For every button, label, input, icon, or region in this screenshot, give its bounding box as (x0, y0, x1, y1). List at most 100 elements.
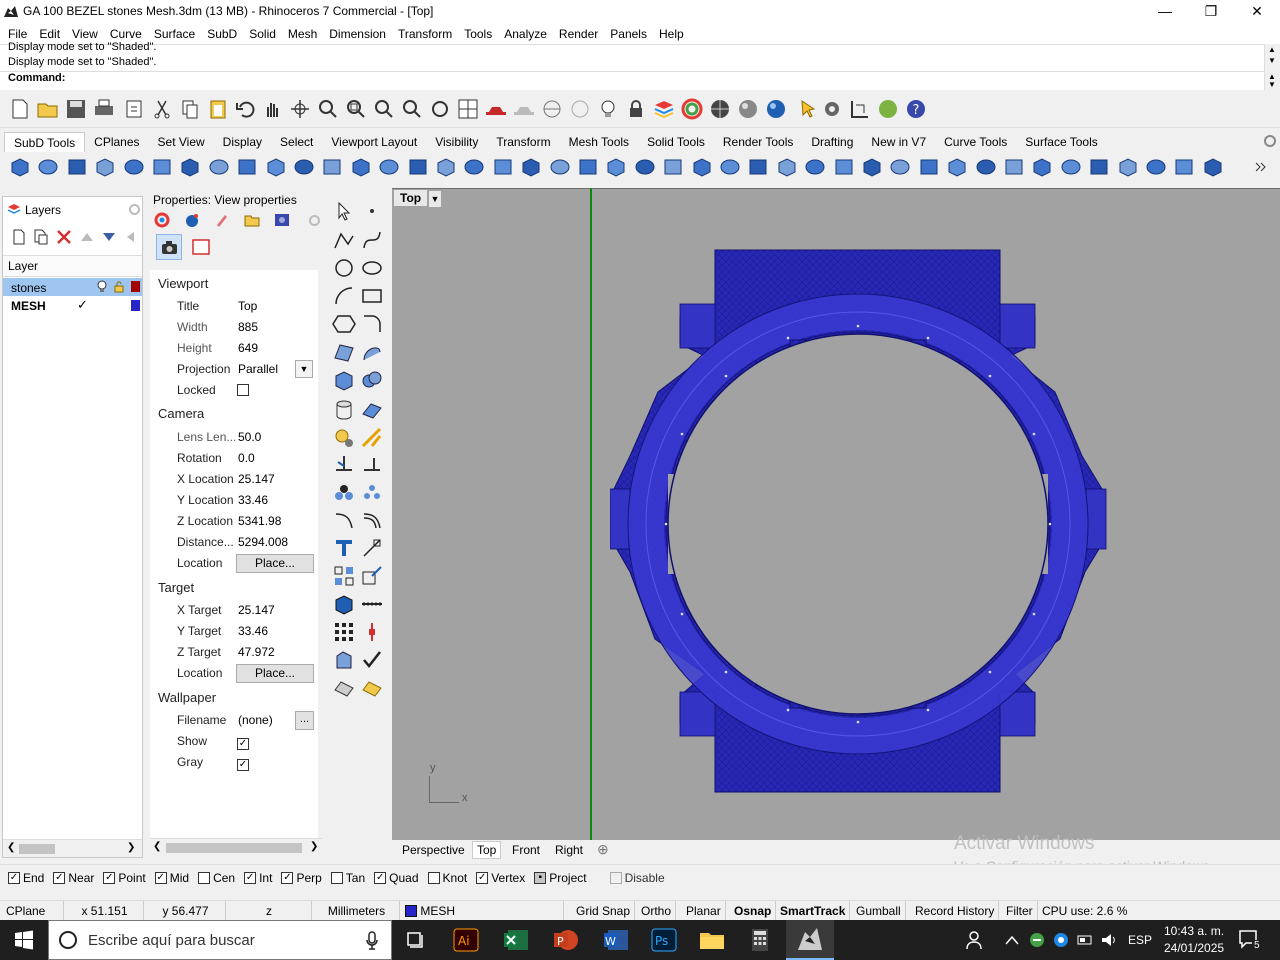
revolve-icon[interactable] (360, 340, 384, 364)
options-gear-icon[interactable] (820, 97, 844, 121)
subd-edit-icon[interactable] (1201, 155, 1225, 179)
osnap-perp[interactable]: ✓ Perp (281, 871, 322, 885)
scroll-down-icon[interactable]: ▼ (1268, 56, 1276, 65)
tab-top[interactable]: Top (472, 841, 502, 859)
camera-place-button[interactable]: Place... (236, 554, 314, 573)
tab-solid-tools[interactable]: Solid Tools (638, 132, 714, 152)
illustrator-icon[interactable]: Ai (452, 926, 480, 954)
point-icon[interactable] (360, 199, 384, 223)
menu-analyze[interactable]: Analyze (498, 25, 553, 43)
subd-crease-icon[interactable] (491, 155, 515, 179)
filter-toggle[interactable]: Filter (1002, 901, 1038, 921)
osnap-checkbox[interactable]: ▪ (534, 871, 547, 884)
x-location-field[interactable]: 25.147 (235, 469, 313, 489)
zoom-selected-icon[interactable] (400, 97, 424, 121)
tab-subd-tools[interactable]: SubD Tools (4, 132, 86, 152)
z-location-field[interactable]: 5341.98 (235, 511, 313, 531)
zoom-icon[interactable] (316, 97, 340, 121)
osnap-point[interactable]: ✓ Point (103, 871, 146, 885)
menu-subd[interactable]: SubD (201, 25, 243, 43)
toolbar-overflow-chevron-icon[interactable] (1252, 158, 1270, 176)
subd-torus-icon[interactable] (150, 155, 174, 179)
polygon-icon[interactable] (332, 312, 356, 336)
rendered-sphere-icon[interactable] (736, 97, 760, 121)
scroll-left-icon[interactable]: ❮ (7, 842, 15, 853)
volume-icon[interactable] (1100, 931, 1118, 949)
zoom-extents-icon[interactable] (372, 97, 396, 121)
target-place-button[interactable]: Place... (236, 664, 314, 683)
point-cloud-icon[interactable] (332, 620, 356, 644)
tab-cplanes[interactable]: CPlanes (85, 132, 148, 152)
osnap-project[interactable]: ▪ Project (534, 871, 587, 885)
watch-bezel-mesh[interactable] (610, 244, 1110, 796)
subd-loft-icon[interactable] (207, 155, 231, 179)
minimize-button[interactable]: — (1142, 0, 1188, 24)
array-icon[interactable] (332, 564, 356, 588)
tab-front[interactable]: Front (512, 843, 540, 857)
smarttrack-toggle[interactable]: SmartTrack (776, 901, 851, 921)
command-scrollbar[interactable]: ▲ ▼ ▲ ▼ (1264, 44, 1280, 90)
layer-visibility-bulb-icon[interactable] (96, 280, 108, 294)
help-icon[interactable]: ? (904, 97, 928, 121)
tab-right[interactable]: Right (555, 843, 583, 857)
surface-from-points-icon[interactable] (332, 340, 356, 364)
move-layer-down-icon[interactable] (102, 231, 116, 243)
photoshop-icon[interactable]: Ps (650, 926, 678, 954)
subd-align-icon[interactable] (945, 155, 969, 179)
ellipse-icon[interactable] (360, 256, 384, 280)
osnap-checkbox[interactable]: ✓ (476, 871, 489, 884)
scale-icon[interactable] (360, 564, 384, 588)
subd-fill-icon[interactable] (519, 155, 543, 179)
rotate-view-icon[interactable] (288, 97, 312, 121)
subd-pipe-icon[interactable] (320, 155, 344, 179)
ruler-icon[interactable] (360, 592, 384, 616)
windows-start-icon[interactable] (14, 930, 34, 950)
width-field[interactable]: 885 (235, 317, 313, 337)
panel-settings-gear-icon[interactable] (308, 214, 321, 227)
ortho-toggle[interactable]: Ortho (637, 901, 677, 921)
x-target-field[interactable]: 25.147 (235, 600, 313, 620)
powerpoint-icon[interactable]: P (552, 926, 580, 954)
z-target-field[interactable]: 47.972 (235, 642, 313, 662)
scroll-thumb[interactable] (19, 844, 55, 854)
menu-panels[interactable]: Panels (604, 25, 653, 43)
tab-display[interactable]: Display (214, 132, 271, 152)
subd-to-nurbs-icon[interactable] (1087, 155, 1111, 179)
osnap-checkbox[interactable]: ✓ (53, 871, 66, 884)
osnap-checkbox[interactable] (198, 871, 211, 884)
subd-symmetry-icon[interactable] (718, 155, 742, 179)
current-layer-check-icon[interactable]: ✓ (77, 297, 88, 313)
fillet-edge-icon[interactable] (332, 508, 356, 532)
block-icon[interactable] (332, 592, 356, 616)
tab-drafting[interactable]: Drafting (802, 132, 862, 152)
tab-viewport-layout[interactable]: Viewport Layout (322, 132, 426, 152)
subd-reflect-icon[interactable] (1002, 155, 1026, 179)
scroll-left-icon[interactable]: ❮ (153, 841, 161, 852)
view-properties-tab[interactable] (156, 234, 182, 260)
show-hidden-icons-chevron-icon[interactable] (1004, 934, 1020, 946)
undo-icon[interactable] (234, 97, 258, 121)
cplane-field[interactable]: CPlane (2, 901, 64, 921)
osnap-checkbox[interactable]: ✓ (103, 871, 116, 884)
osnap-end[interactable]: ✓ End (8, 871, 44, 885)
wallpaper-filename-field[interactable]: (none) (235, 710, 293, 730)
battery-icon[interactable] (1076, 931, 1094, 949)
current-layer-field[interactable]: MESH (402, 901, 564, 921)
subd-ellipsoid-icon[interactable] (178, 155, 202, 179)
rhino-taskbar-button[interactable] (786, 920, 834, 960)
viewport-title-label[interactable]: Top (394, 190, 428, 206)
zoom-window-icon[interactable] (344, 97, 368, 121)
subd-gumball-icon[interactable] (661, 155, 685, 179)
add-viewport-tab-icon[interactable]: ⊕ (597, 841, 609, 858)
render-preview-icon[interactable] (512, 97, 536, 121)
delete-layer-icon[interactable] (56, 229, 72, 245)
osnap-knot[interactable]: Knot (427, 871, 467, 885)
layer-color-swatch[interactable] (131, 300, 140, 311)
menu-dimension[interactable]: Dimension (323, 25, 392, 43)
tab-perspective[interactable]: Perspective (402, 843, 465, 857)
subd-bevel-icon[interactable] (690, 155, 714, 179)
subd-patch-icon[interactable] (917, 155, 941, 179)
subd-box-icon[interactable] (8, 155, 32, 179)
material-icon[interactable] (184, 212, 200, 228)
subd-sweep2-icon[interactable] (264, 155, 288, 179)
